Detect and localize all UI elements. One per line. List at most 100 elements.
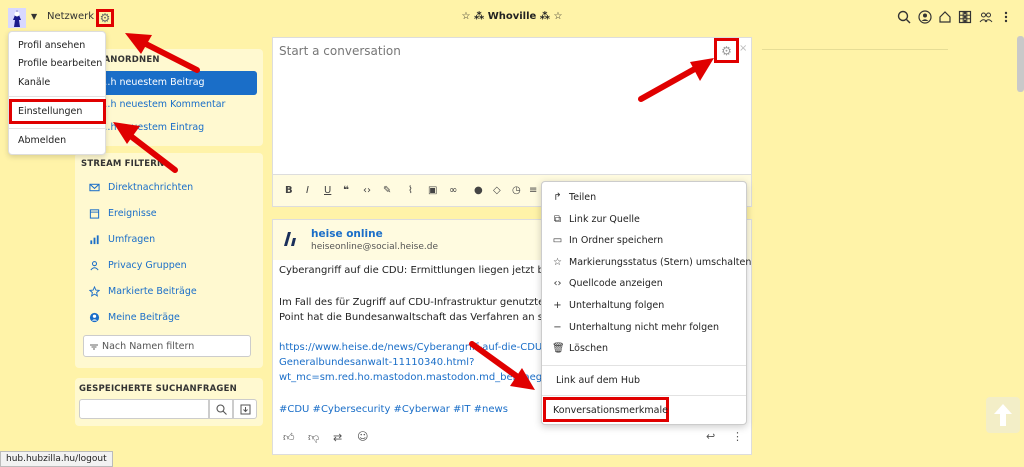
menu-item-follow[interactable]: + Unterhaltung folgen xyxy=(552,300,664,311)
menu-item-label: Link zur Quelle xyxy=(569,214,640,225)
reply-icon[interactable]: ↩ xyxy=(706,430,715,443)
sort-item-newest-entry[interactable]: …h neuestem Eintrag xyxy=(101,122,204,133)
sort-item-label: …h neuestem Eintrag xyxy=(101,122,205,133)
filter-panel-title: STREAM FILTERN xyxy=(81,159,165,169)
network-label[interactable]: Netzwerk xyxy=(47,11,94,22)
envelope-icon xyxy=(89,183,100,192)
link-icon[interactable]: ∞ xyxy=(449,185,457,196)
plus-icon: + xyxy=(553,300,562,311)
sort-item-newest-comment[interactable]: …h neuestem Kommentar xyxy=(101,99,225,110)
save-icon xyxy=(240,404,251,415)
menu-item-edit-profiles[interactable]: Profile bearbeiten xyxy=(18,58,102,69)
star-icon xyxy=(89,286,100,297)
filter-label: Direktnachrichten xyxy=(108,182,194,193)
menu-item-label: Link auf dem Hub xyxy=(556,375,641,386)
post-handle: heiseonline@social.heise.de xyxy=(311,242,439,252)
repeat-icon[interactable]: ⇄ xyxy=(333,431,342,444)
trash-icon: 🗑︎ xyxy=(552,343,565,354)
post-context-menu: ↱ Teilen ⧉ Link zur Quelle ▭ In Ordner spei… xyxy=(541,181,751,425)
paperclip-icon[interactable]: ⌇ xyxy=(408,185,413,196)
menu-item-unfollow[interactable]: − Unterhaltung nicht mehr folgen xyxy=(552,322,719,333)
menu-item-share[interactable]: ↱ Teilen xyxy=(552,192,596,203)
search-icon[interactable] xyxy=(897,10,913,26)
filter-events[interactable]: Ereignisse xyxy=(89,208,157,219)
filter-my-posts[interactable]: Meine Beiträge xyxy=(89,312,180,323)
filter-label: Markierte Beiträge xyxy=(108,286,197,297)
thumbs-down-icon[interactable]: 👎︎ xyxy=(308,431,319,444)
bold-icon[interactable]: B xyxy=(285,185,293,196)
code-icon[interactable]: ‹› xyxy=(363,185,371,196)
italic-icon[interactable]: I xyxy=(306,185,309,196)
menu-item-label: Einstellungen xyxy=(18,106,83,117)
menu-divider xyxy=(542,395,746,396)
name-filter-input[interactable]: Nach Namen filtern xyxy=(83,335,251,357)
save-search-button[interactable] xyxy=(233,399,257,419)
filter-direct-messages[interactable]: Direktnachrichten xyxy=(89,182,193,193)
menu-item-settings[interactable]: Einstellungen xyxy=(9,99,106,124)
menu-item-view-source[interactable]: ‹› Quellcode anzeigen xyxy=(552,278,663,289)
quote-icon[interactable]: ❝ xyxy=(343,185,349,196)
image-icon[interactable]: ▣ xyxy=(428,185,437,196)
menu-item-channels[interactable]: Kanäle xyxy=(18,77,50,88)
filter-polls[interactable]: Umfragen xyxy=(89,234,155,245)
eraser-icon[interactable]: ◇ xyxy=(493,185,501,196)
underline-icon[interactable]: U xyxy=(324,185,331,196)
status-url: hub.hubzilla.hu/logout xyxy=(0,451,113,467)
saved-searches-panel: GESPEICHERTE SUCHANFRAGEN xyxy=(75,378,263,426)
post-link[interactable]: Generalbundesanwalt-11110340.html? xyxy=(279,357,474,368)
menu-item-label: Unterhaltung nicht mehr folgen xyxy=(569,322,719,333)
thumbs-up-icon[interactable]: 👍︎ xyxy=(283,431,295,444)
menu-item-logout[interactable]: Abmelden xyxy=(18,135,66,146)
filter-lines-icon xyxy=(90,344,98,350)
scroll-to-top-button[interactable] xyxy=(986,397,1020,433)
gear-icon[interactable]: ⚙ xyxy=(96,9,114,27)
saved-search-input[interactable] xyxy=(79,399,209,419)
location-icon[interactable]: ● xyxy=(474,185,483,196)
people-icon[interactable] xyxy=(979,10,995,26)
menu-item-conversation-features[interactable]: Konversationsmerkmale xyxy=(543,397,669,422)
menu-item-label: Konversationsmerkmale xyxy=(553,405,668,416)
close-icon[interactable]: × xyxy=(739,43,747,54)
gear-icon[interactable]: ⚙ xyxy=(714,38,739,63)
home-icon[interactable] xyxy=(938,10,954,26)
dots-vertical-icon[interactable]: ⋮ xyxy=(732,430,743,443)
poll-icon[interactable]: ≡ xyxy=(529,185,537,196)
chevron-down-icon[interactable]: ▼ xyxy=(31,12,37,21)
sort-item-newest-post[interactable]: …h neuestem Beitrag xyxy=(83,71,257,95)
filter-starred[interactable]: Markierte Beiträge xyxy=(89,286,197,297)
menu-item-delete[interactable]: 🗑︎ Löschen xyxy=(552,343,608,354)
arrow-up-icon xyxy=(994,404,1012,426)
filter-label: Meine Beiträge xyxy=(108,312,180,323)
user-icon[interactable] xyxy=(918,10,934,26)
sort-item-label: …h neuestem Beitrag xyxy=(101,77,205,88)
post-text-line: Im Fall des für Zugriff auf CDU-Infrastr… xyxy=(279,297,551,308)
smiley-icon[interactable]: ☺ xyxy=(357,430,368,443)
dots-vertical-icon[interactable] xyxy=(999,10,1015,26)
grid-icon[interactable] xyxy=(958,10,974,26)
filter-label: Privacy Gruppen xyxy=(108,260,187,271)
pencil-icon[interactable]: ✎ xyxy=(383,185,391,196)
post-link[interactable]: https://www.heise.de/news/Cyberangriff-a… xyxy=(279,342,552,353)
heise-logo-icon[interactable] xyxy=(283,230,299,248)
avatar[interactable] xyxy=(8,8,26,28)
external-link-icon: ⧉ xyxy=(553,214,562,225)
menu-item-view-profile[interactable]: Profil ansehen xyxy=(18,40,85,51)
menu-item-save-folder[interactable]: ▭ In Ordner speichern xyxy=(552,235,663,246)
filter-privacy-groups[interactable]: Privacy Gruppen xyxy=(89,260,187,271)
post-link[interactable]: wt_mc=sm.red.ho.mastodon.mastodon.md_bei… xyxy=(279,372,551,383)
right-divider xyxy=(762,49,948,50)
composer-placeholder: Start a conversation xyxy=(279,44,401,58)
scrollbar[interactable] xyxy=(1017,36,1024,92)
clock-icon[interactable]: ◷ xyxy=(512,185,521,196)
menu-item-hub-link[interactable]: Link auf dem Hub xyxy=(556,375,640,386)
site-title[interactable]: ☆ ⁂ Whoville ⁂ ☆ xyxy=(420,11,604,22)
post-author[interactable]: heise online xyxy=(311,228,383,240)
filter-panel: STREAM FILTERN Direktnachrichten Ereigni… xyxy=(75,153,263,368)
name-filter-placeholder: Nach Namen filtern xyxy=(102,341,195,352)
code-icon: ‹› xyxy=(553,278,562,289)
menu-item-toggle-star[interactable]: ☆ Markierungsstatus (Stern) umschalten xyxy=(552,257,751,268)
post-tags[interactable]: #CDU #Cybersecurity #Cyberwar #IT #news xyxy=(279,404,508,415)
menu-item-source-link[interactable]: ⧉ Link zur Quelle xyxy=(552,214,640,225)
saved-search-button[interactable] xyxy=(209,399,233,419)
share-icon: ↱ xyxy=(553,192,562,203)
